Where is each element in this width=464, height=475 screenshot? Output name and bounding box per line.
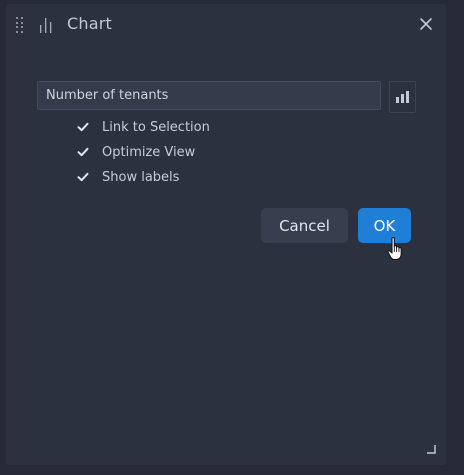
drag-handle-icon[interactable] [16, 17, 26, 33]
chart-type-icon [396, 91, 409, 103]
dialog-title: Chart [67, 14, 112, 33]
resize-grip-icon[interactable] [426, 444, 436, 454]
checkmark-icon [77, 172, 89, 182]
option-label: Show labels [102, 169, 180, 185]
close-icon[interactable] [418, 16, 434, 32]
hand-cursor-icon [387, 236, 402, 261]
option-optimize-view[interactable]: Optimize View [77, 143, 195, 161]
chart-value-field[interactable] [37, 81, 381, 110]
cancel-button[interactable]: Cancel [261, 208, 348, 243]
bar-chart-icon [40, 18, 52, 33]
option-label: Optimize View [102, 144, 196, 160]
checkmark-icon [77, 122, 89, 132]
checkmark-icon [77, 147, 89, 157]
option-link-to-selection[interactable]: Link to Selection [77, 118, 210, 136]
chart-dialog: Chart Link to Selection Optimize View Sh… [6, 4, 446, 465]
option-label: Link to Selection [102, 119, 210, 135]
option-show-labels[interactable]: Show labels [77, 168, 179, 186]
chart-type-button[interactable] [389, 81, 416, 113]
